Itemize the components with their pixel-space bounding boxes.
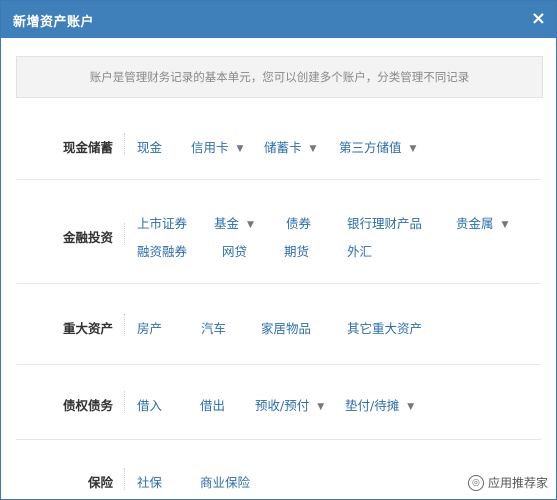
divider bbox=[124, 391, 126, 413]
account-type-precious-metal[interactable]: 贵金属 ▼ bbox=[456, 213, 508, 232]
info-notice: 账户是管理财务记录的基本单元，您可以创建多个账户，分类管理不同记录 bbox=[16, 56, 543, 98]
category-label: 金融投资 bbox=[62, 230, 113, 245]
section-major-assets: 重大资产 房产 汽车 家居物品 其它重大资产 bbox=[16, 284, 541, 365]
section-financial-investment: 金融投资 上市证券 基金 ▼ 债券 银行理财产品 贵金属 ▼ 融资融券 网贷 期货 … bbox=[16, 180, 541, 284]
account-type-car[interactable]: 汽车 bbox=[201, 318, 226, 337]
caret-down-icon: ▼ bbox=[409, 143, 417, 154]
category-label: 债权债务 bbox=[62, 398, 113, 413]
account-type-third-party-stored-value[interactable]: 第三方储值 ▼ bbox=[339, 137, 416, 156]
account-type-futures[interactable]: 期货 bbox=[284, 241, 309, 260]
divider bbox=[124, 468, 126, 490]
account-type-household-items[interactable]: 家居物品 bbox=[261, 318, 311, 337]
category-label: 保险 bbox=[87, 475, 113, 490]
category-label: 重大资产 bbox=[62, 321, 113, 336]
account-type-advance-deferred[interactable]: 垫付/待摊 ▼ bbox=[345, 395, 414, 414]
account-type-margin-trading[interactable]: 融资融券 bbox=[137, 241, 187, 260]
caret-down-icon: ▼ bbox=[236, 143, 244, 154]
account-type-real-estate[interactable]: 房产 bbox=[137, 318, 162, 337]
account-type-forex[interactable]: 外汇 bbox=[347, 241, 372, 260]
watermark: ◎ 应用推荐家 bbox=[467, 474, 548, 491]
account-type-credit-card[interactable]: 信用卡 ▼ bbox=[191, 137, 243, 156]
account-type-bond[interactable]: 债券 bbox=[286, 213, 311, 232]
account-type-lend-out[interactable]: 借出 bbox=[200, 395, 225, 414]
divider bbox=[124, 133, 126, 155]
account-type-fund[interactable]: 基金 ▼ bbox=[214, 213, 254, 232]
account-type-bank-wealth-product[interactable]: 银行理财产品 bbox=[347, 213, 422, 232]
add-asset-account-dialog: 新增资产账户 × 账户是管理财务记录的基本单元，您可以创建多个账户，分类管理不同… bbox=[0, 0, 557, 500]
caret-down-icon: ▼ bbox=[309, 143, 317, 154]
section-cash-savings: 现金储蓄 现金 信用卡 ▼ 储蓄卡 ▼ 第三方储值 ▼ bbox=[16, 109, 541, 180]
account-type-p2p-lending[interactable]: 网贷 bbox=[222, 241, 247, 260]
account-type-borrow-in[interactable]: 借入 bbox=[137, 395, 162, 414]
divider bbox=[124, 223, 126, 245]
close-icon[interactable]: × bbox=[531, 9, 546, 29]
section-credits-debts: 债权债务 借入 借出 预收/预付 ▼ 垫付/待摊 ▼ bbox=[16, 365, 541, 440]
divider bbox=[124, 314, 126, 336]
account-type-commercial-insurance[interactable]: 商业保险 bbox=[200, 472, 250, 491]
account-type-advance-receipt-payment[interactable]: 预收/预付 ▼ bbox=[255, 395, 324, 414]
watermark-logo-icon: ◎ bbox=[467, 474, 484, 491]
dialog-title: 新增资产账户 bbox=[13, 15, 95, 30]
caret-down-icon: ▼ bbox=[501, 219, 509, 230]
watermark-text: 应用推荐家 bbox=[487, 476, 548, 490]
account-type-cash[interactable]: 现金 bbox=[137, 137, 162, 156]
category-label: 现金储蓄 bbox=[62, 140, 113, 155]
caret-down-icon: ▼ bbox=[247, 219, 254, 230]
caret-down-icon: ▼ bbox=[407, 401, 415, 412]
section-insurance: 保险 社保 商业保险 bbox=[16, 440, 541, 499]
caret-down-icon: ▼ bbox=[317, 401, 325, 412]
account-type-listed-securities[interactable]: 上市证券 bbox=[137, 213, 187, 232]
account-type-debit-card[interactable]: 储蓄卡 ▼ bbox=[264, 137, 316, 156]
dialog-titlebar: 新增资产账户 × bbox=[1, 1, 556, 38]
account-type-social-insurance[interactable]: 社保 bbox=[137, 472, 162, 491]
account-type-other-major-assets[interactable]: 其它重大资产 bbox=[347, 318, 422, 337]
